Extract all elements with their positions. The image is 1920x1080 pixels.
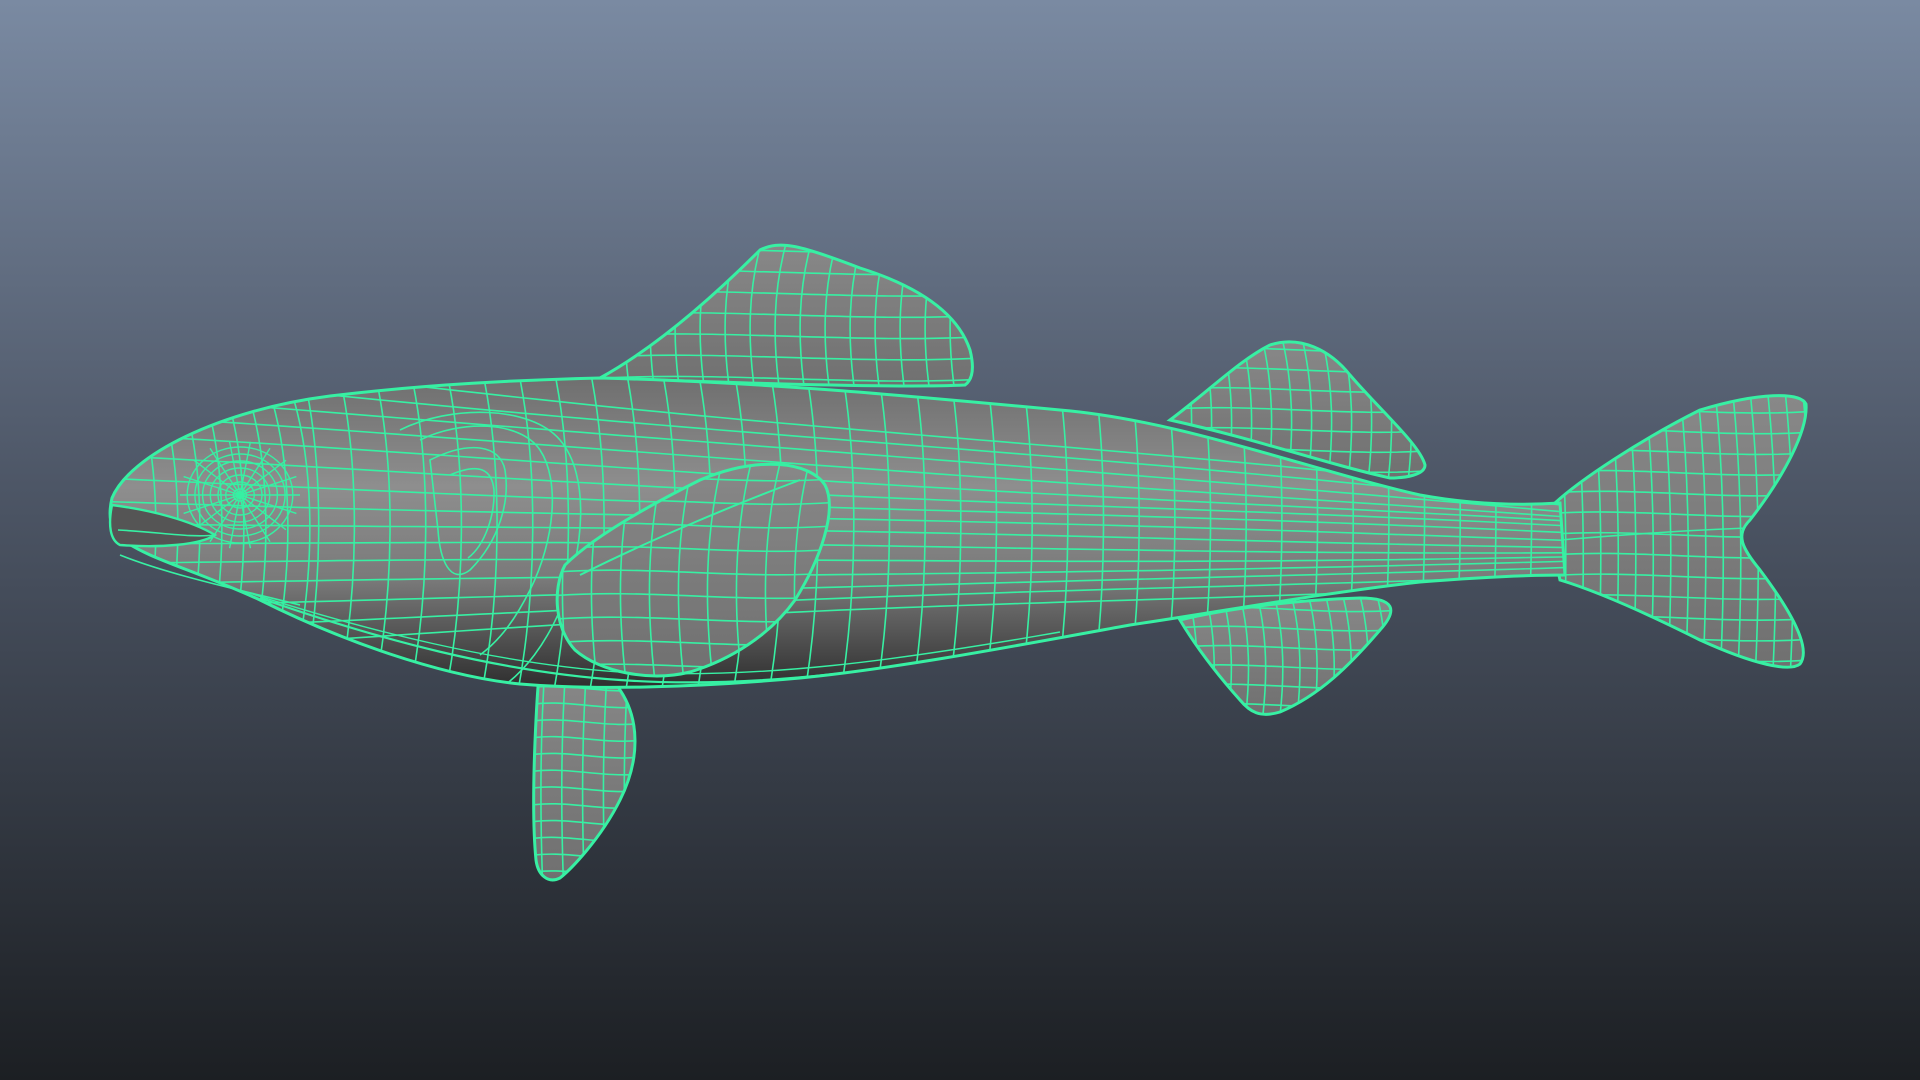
3d-viewport[interactable] — [0, 0, 1920, 1080]
viewport-canvas[interactable] — [0, 0, 1920, 1080]
